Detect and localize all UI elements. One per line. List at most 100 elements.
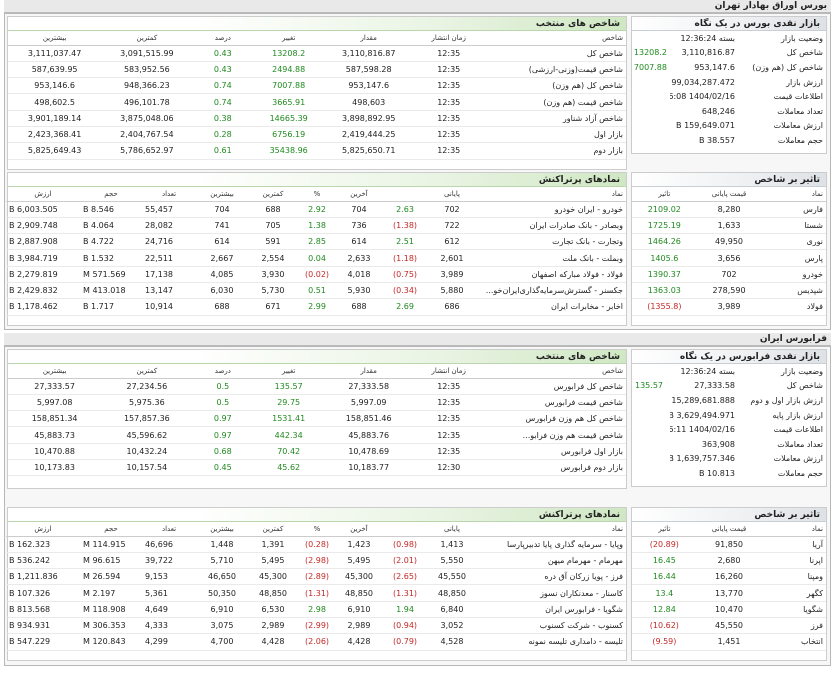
column-header[interactable]: کمترین: [248, 187, 298, 202]
symbol-row[interactable]: فولاد - فولاد مبارکه اصفهان 3,989 (0.75) 4,…: [6, 266, 626, 283]
symbol-link[interactable]: اخابر - مخابرات ایران: [476, 298, 626, 316]
column-header[interactable]: بیشترین: [8, 364, 102, 379]
impact-row[interactable]: پارس 3,656 1405.6: [632, 249, 826, 267]
index-name-link[interactable]: بازار اول: [484, 126, 626, 144]
symbol-link[interactable]: فرز - پویا زرکان آق دره: [476, 568, 626, 586]
symbol-link[interactable]: مهرمام - مهرمام میهن: [476, 552, 626, 570]
symbol-row[interactable]: جکسنر - گسترش‌سرمایه‌گذاری‌ایران‌خو... 5,…: [6, 282, 626, 300]
column-header[interactable]: [382, 187, 428, 202]
symbol-link[interactable]: شپدیس: [761, 282, 826, 300]
column-header[interactable]: حجم: [80, 522, 142, 537]
index-row[interactable]: شاخص قیمت(وزنی-ارزشی) 12:35 587,598.28 2494…: [8, 61, 626, 79]
symbol-link[interactable]: فولاد - فولاد مبارکه اصفهان: [476, 266, 626, 283]
column-header[interactable]: نماد: [476, 522, 626, 537]
index-name-link[interactable]: بازار اول فرابورس: [484, 443, 626, 460]
symbol-row[interactable]: فرز - پویا زرکان آق دره 45,550 (2.65) 45,30…: [6, 568, 626, 586]
column-header[interactable]: [382, 522, 428, 537]
symbol-link[interactable]: شگویا: [761, 601, 826, 618]
column-header[interactable]: ارزش: [6, 522, 80, 537]
symbol-row[interactable]: مهرمام - مهرمام میهن 5,550 (2.01) 5,495 (2.9…: [6, 552, 626, 570]
symbol-link[interactable]: فولاد: [761, 298, 826, 316]
impact-row[interactable]: کگهر 13,770 13.4: [632, 584, 826, 602]
index-row[interactable]: بازار دوم 12:35 5,825,650.71 35438.96 0.61 5,…: [8, 142, 626, 160]
symbol-link[interactable]: ومپنا: [761, 568, 826, 586]
column-header[interactable]: آخرین: [336, 187, 382, 202]
column-header[interactable]: ارزش: [6, 187, 80, 202]
index-name-link[interactable]: شاخص کل: [484, 45, 626, 62]
index-row[interactable]: شاخص کل فرابورس 12:35 27,333.58 135.57 0.5 27…: [8, 378, 626, 395]
index-name-link[interactable]: شاخص کل هم وزن فرابورس: [484, 410, 626, 428]
symbol-row[interactable]: تلیسه - دامداری تلیسه نمونه 4,528 (0.79) 4,…: [6, 633, 626, 651]
symbol-link[interactable]: خودرو - ایران خودرو: [476, 201, 626, 218]
symbol-row[interactable]: وپایا - سرمایه گذاری پایا تدبیرپارسا 1,41…: [6, 536, 626, 553]
column-header[interactable]: تعداد: [142, 522, 196, 537]
column-header[interactable]: نماد: [761, 187, 826, 202]
column-header[interactable]: تاثیر: [632, 522, 697, 537]
symbol-row[interactable]: شگویا - فرابورس ایران 6,840 1.94 6,910 2.98 6…: [6, 601, 626, 618]
impact-row[interactable]: شپدیس 278,590 1363.03: [632, 282, 826, 300]
symbol-link[interactable]: وپایا - سرمایه گذاری پایا تدبیرپارسا: [476, 536, 626, 553]
index-name-link[interactable]: شاخص کل فرابورس: [484, 378, 626, 395]
symbol-row[interactable]: کسنوب - شرکت کسنوب 3,052 (0.94) 2,989 (2.99)…: [6, 617, 626, 635]
index-row[interactable]: شاخص قیمت (هم وزن) 12:35 498,603 3665.91 0.7…: [8, 93, 626, 111]
impact-row[interactable]: اپرنا 2,680 16.45: [632, 552, 826, 570]
column-header[interactable]: بیشترین: [196, 522, 248, 537]
column-header[interactable]: پایانی: [428, 522, 476, 537]
symbol-link[interactable]: وبصادر - بانک صادرات ایران: [476, 217, 626, 235]
symbol-link[interactable]: آریا: [761, 536, 826, 553]
column-header[interactable]: زمان انتشار: [413, 31, 485, 46]
index-name-link[interactable]: شاخص آزاد شناور: [484, 110, 626, 127]
column-header[interactable]: کمترین: [101, 364, 193, 379]
index-row[interactable]: شاخص آزاد شناور 12:35 3,898,892.95 14665.39…: [8, 110, 626, 127]
column-header[interactable]: تغییر: [253, 364, 325, 379]
index-row[interactable]: شاخص قیمت هم وزن فرابو... 12:35 45,883.76 4…: [8, 426, 626, 444]
column-header[interactable]: شاخص: [484, 364, 626, 379]
column-header[interactable]: حجم: [80, 187, 142, 202]
index-row[interactable]: بازار اول فرابورس 12:35 10,478.69 70.42 0.68…: [8, 443, 626, 460]
index-name-link[interactable]: شاخص قیمت (هم وزن): [484, 93, 626, 111]
column-header[interactable]: %: [298, 187, 336, 202]
symbol-link[interactable]: فرز: [761, 617, 826, 635]
impact-row[interactable]: فرز 45,550 (10.62): [632, 617, 826, 635]
impact-row[interactable]: شستا 1,633 1725.19: [632, 217, 826, 235]
column-header[interactable]: بیشترین: [196, 187, 248, 202]
symbol-link[interactable]: وتجارت - بانک تجارت: [476, 233, 626, 251]
symbol-link[interactable]: انتخاب: [761, 633, 826, 651]
index-name-link[interactable]: بازار دوم: [484, 142, 626, 160]
column-header[interactable]: مقدار: [324, 31, 414, 46]
index-row[interactable]: بازار دوم فرابورس 12:30 10,183.77 45.62 0.45…: [8, 459, 626, 477]
column-header[interactable]: زمان انتشار: [413, 364, 485, 379]
symbol-row[interactable]: اخابر - مخابرات ایران 686 2.69 688 2.99 671 68…: [6, 298, 626, 316]
symbol-link[interactable]: خودرو: [761, 266, 826, 283]
index-row[interactable]: بازار اول 12:35 2,419,444.25 6756.19 0.28 2,4…: [8, 126, 626, 144]
impact-row[interactable]: نوری 49,950 1464.26: [632, 233, 826, 251]
symbol-link[interactable]: وبملت - بانک ملت: [476, 249, 626, 267]
impact-row[interactable]: آریا 91,850 (20.89): [632, 536, 826, 553]
index-row[interactable]: شاخص کل هم وزن فرابورس 12:35 158,851.46 153…: [8, 410, 626, 428]
column-header[interactable]: نماد: [761, 522, 826, 537]
column-header[interactable]: پایانی: [428, 187, 476, 202]
impact-row[interactable]: فارس 8,280 2109.02: [632, 201, 826, 218]
column-header[interactable]: %: [298, 522, 336, 537]
column-header[interactable]: آخرین: [336, 522, 382, 537]
index-row[interactable]: شاخص قیمت فرابورس 12:35 5,997.09 29.75 0.5 5,…: [8, 394, 626, 412]
symbol-link[interactable]: کگهر: [761, 584, 826, 602]
symbol-link[interactable]: اپرنا: [761, 552, 826, 570]
column-header[interactable]: قیمت پایانی: [696, 522, 762, 537]
index-name-link[interactable]: شاخص قیمت(وزنی-ارزشی): [484, 61, 626, 79]
column-header[interactable]: مقدار: [324, 364, 414, 379]
symbol-link[interactable]: جکسنر - گسترش‌سرمایه‌گذاری‌ایران‌خو...: [476, 282, 626, 300]
index-name-link[interactable]: بازار دوم فرابورس: [484, 459, 626, 477]
symbol-row[interactable]: خودرو - ایران خودرو 702 2.63 704 2.92 688 704 5…: [6, 201, 626, 218]
symbol-link[interactable]: شگویا - فرابورس ایران: [476, 601, 626, 618]
index-row[interactable]: شاخص کل (هم وزن) 12:35 953,147.6 7007.88 0.7…: [8, 77, 626, 95]
column-header[interactable]: نماد: [476, 187, 626, 202]
symbol-row[interactable]: وبملت - بانک ملت 2,601 (1.18) 2,633 0.04 2,55…: [6, 249, 626, 267]
symbol-link[interactable]: تلیسه - دامداری تلیسه نمونه: [476, 633, 626, 651]
column-header[interactable]: درصد: [192, 31, 254, 46]
impact-row[interactable]: ومپنا 16,260 16.44: [632, 568, 826, 586]
column-header[interactable]: شاخص: [484, 31, 626, 46]
symbol-link[interactable]: کسنوب - شرکت کسنوب: [476, 617, 626, 635]
column-header[interactable]: قیمت پایانی: [696, 187, 762, 202]
column-header[interactable]: تغییر: [253, 31, 325, 46]
